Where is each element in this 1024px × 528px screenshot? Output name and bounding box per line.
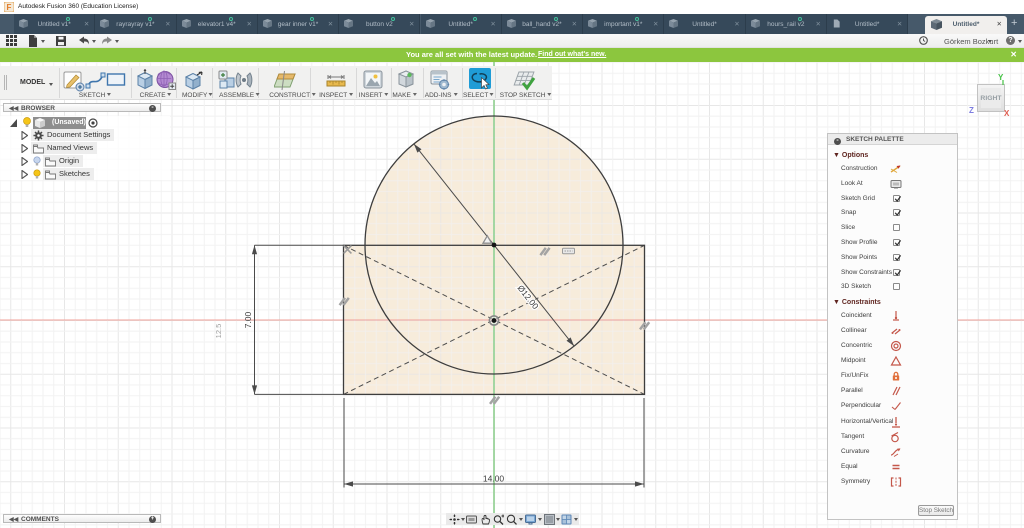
- svg-text:7.00: 7.00: [243, 311, 253, 328]
- svg-text:F: F: [7, 3, 12, 12]
- svg-text:14.00: 14.00: [483, 474, 505, 484]
- svg-text:12.5: 12.5: [214, 324, 223, 339]
